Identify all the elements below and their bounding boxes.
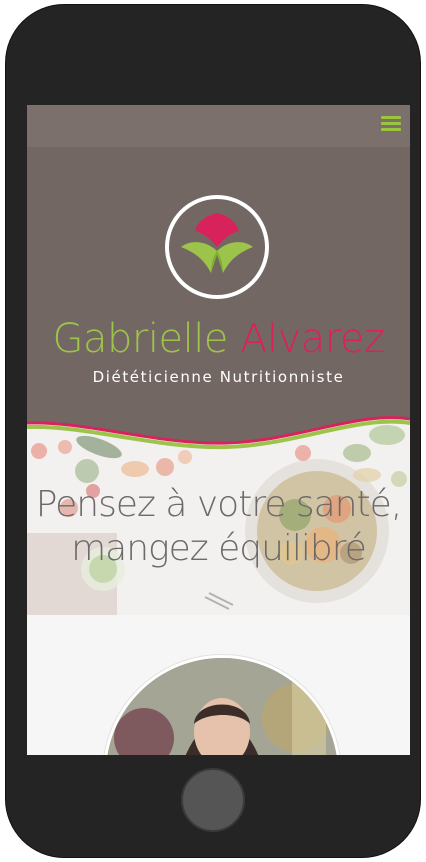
brand-last-name: Alvarez [240, 316, 385, 362]
home-button[interactable] [181, 768, 245, 832]
hero-banner: Pensez à votre santé, mangez équilibré [27, 413, 410, 615]
decorative-wave [27, 413, 410, 450]
about-section [27, 615, 410, 755]
brand-first-name: Gabrielle [52, 316, 229, 362]
profile-photo [103, 655, 341, 755]
site-header: Gabrielle Alvarez Diététicienne Nutritio… [27, 147, 410, 427]
top-navigation-bar [27, 105, 410, 147]
hero-tagline: Pensez à votre santé, mangez équilibré [27, 483, 410, 571]
hero-tagline-line1: Pensez à votre santé, [35, 484, 403, 525]
brand-subtitle: Diététicienne Nutritionniste [92, 368, 345, 386]
brand-name: Gabrielle Alvarez [27, 316, 410, 362]
phone-screen: Gabrielle Alvarez Diététicienne Nutritio… [27, 105, 410, 755]
hero-tagline-line2: mangez équilibré [71, 528, 367, 569]
lotus-leaf-logo-icon[interactable] [161, 191, 273, 303]
phone-frame: Gabrielle Alvarez Diététicienne Nutritio… [6, 5, 420, 857]
hamburger-menu-icon[interactable] [381, 114, 401, 132]
